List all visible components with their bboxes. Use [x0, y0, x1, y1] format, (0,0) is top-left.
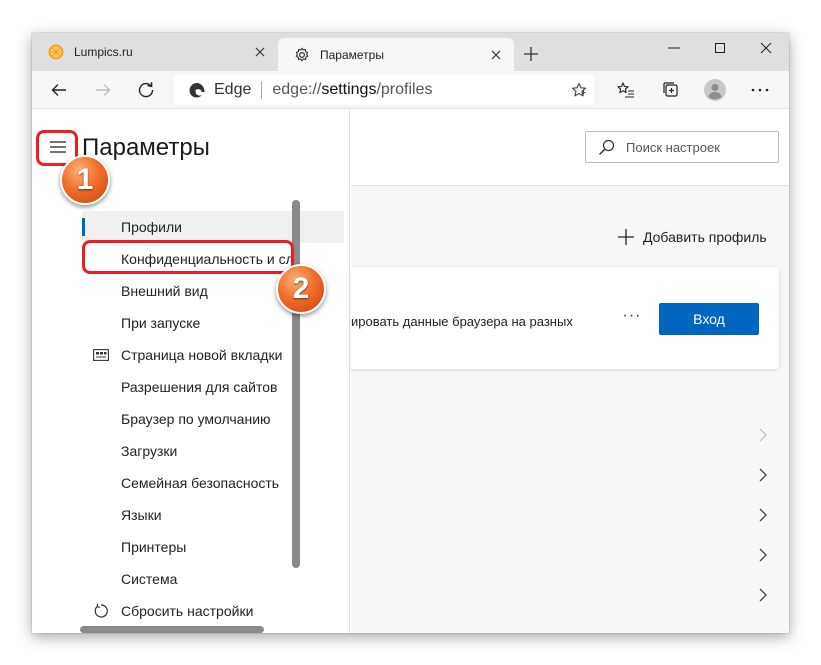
sidebar-item-downloads[interactable]: Загрузки — [82, 435, 344, 467]
settings-content: Добавить профиль ировать данные браузера… — [351, 110, 789, 633]
close-window-button[interactable] — [743, 33, 789, 63]
refresh-icon — [138, 82, 154, 98]
sidebar-horizontal-scrollbar[interactable] — [80, 626, 264, 633]
new-tab-button[interactable] — [518, 41, 544, 67]
sidebar-item-label: Профили — [121, 219, 182, 235]
add-profile-label: Добавить профиль — [643, 229, 767, 245]
sidebar-item-printers[interactable]: Принтеры — [82, 531, 344, 563]
sync-description: ировать данные браузера на разных — [351, 314, 573, 329]
page-title: Параметры — [82, 134, 210, 161]
orange-slice-icon — [48, 44, 64, 60]
sidebar-item-label: Внешний вид — [121, 283, 208, 299]
settings-and-more-button[interactable] — [745, 75, 775, 105]
content-header — [351, 110, 789, 186]
settings-row[interactable] — [351, 455, 779, 495]
favorite-star-button[interactable] — [564, 82, 594, 98]
sidebar-item-label: Семейная безопасность — [121, 475, 280, 491]
chevron-right-icon — [755, 547, 771, 563]
address-divider — [261, 81, 263, 99]
tab-lumpics[interactable]: Lumpics.ru — [32, 33, 278, 71]
maximize-button[interactable] — [697, 33, 743, 63]
url-scheme: edge:// — [272, 81, 322, 98]
arrow-left-icon — [51, 84, 66, 96]
chevron-right-icon — [755, 427, 771, 443]
browser-window: Lumpics.ru Параметры Edge edge://setting… — [32, 33, 789, 633]
minimize-icon — [668, 47, 680, 49]
settings-row[interactable] — [351, 415, 779, 455]
plus-icon — [617, 228, 635, 246]
collections-icon — [663, 82, 678, 97]
sidebar-item-profiles[interactable]: Профили — [82, 211, 344, 243]
address-bar[interactable]: Edge edge://settings/profiles — [174, 75, 594, 105]
site-identity: Edge — [214, 81, 252, 98]
back-button[interactable] — [44, 75, 74, 105]
sidebar-item-label: Страница новой вкладки — [121, 347, 283, 363]
settings-row[interactable] — [351, 495, 779, 535]
sidebar-item-label: При запуске — [121, 315, 201, 331]
url-host: settings — [321, 81, 377, 98]
chevron-right-icon — [755, 467, 771, 483]
edge-logo-icon — [188, 81, 206, 99]
url-text[interactable]: edge://settings/profiles — [272, 81, 564, 99]
sidebar-item-reset-settings[interactable]: Сбросить настройки — [82, 595, 344, 627]
sidebar-item-family-safety[interactable]: Семейная безопасность — [82, 467, 344, 499]
close-icon — [760, 42, 772, 54]
new-tab-page-icon — [92, 346, 110, 364]
reset-icon — [92, 602, 110, 620]
favorites-button[interactable] — [611, 75, 641, 105]
highlight-privacy-item — [82, 240, 294, 274]
sidebar-item-system[interactable]: Система — [82, 563, 344, 595]
title-bar: Lumpics.ru Параметры — [32, 33, 789, 71]
sidebar-item-languages[interactable]: Языки — [82, 499, 344, 531]
sidebar-item-label: Принтеры — [121, 539, 187, 555]
profile-card: ировать данные браузера на разных ··· Вх… — [351, 267, 779, 369]
search-input[interactable] — [626, 139, 776, 155]
sidebar-item-label: Сбросить настройки — [121, 603, 254, 619]
profile-button[interactable] — [700, 75, 730, 105]
star-icon — [571, 82, 587, 97]
settings-row[interactable] — [351, 575, 779, 615]
avatar-icon — [704, 79, 726, 101]
maximize-icon — [715, 43, 725, 53]
plus-icon — [524, 47, 538, 61]
sidebar-item-label: Система — [121, 571, 178, 587]
chevron-right-icon — [755, 587, 771, 603]
sign-in-button[interactable]: Вход — [659, 303, 759, 335]
search-settings-box[interactable] — [585, 131, 779, 163]
sidebar-item-label: Загрузки — [121, 443, 178, 459]
tab-settings[interactable]: Параметры — [278, 38, 514, 71]
sidebar-item-label: Браузер по умолчанию — [121, 411, 271, 427]
minimize-button[interactable] — [651, 33, 697, 63]
settings-row[interactable] — [351, 535, 779, 575]
url-path: /profiles — [376, 81, 433, 98]
collections-button[interactable] — [656, 75, 686, 105]
gear-icon — [294, 47, 310, 63]
sidebar-item-label: Разрешения для сайтов — [121, 379, 278, 395]
search-icon — [598, 138, 616, 156]
sidebar-item-new-tab-page[interactable]: Страница новой вкладки — [82, 339, 344, 371]
step-badge-1: 1 — [60, 155, 110, 205]
step-badge-2: 2 — [276, 264, 326, 314]
chevron-right-icon — [755, 507, 771, 523]
add-profile-button[interactable]: Добавить профиль — [617, 226, 767, 248]
sidebar-item-label: Языки — [121, 507, 162, 523]
sidebar-item-site-permissions[interactable]: Разрешения для сайтов — [82, 371, 344, 403]
close-tab-icon[interactable] — [484, 43, 508, 67]
tab-label: Lumpics.ru — [74, 45, 133, 59]
sidebar-item-default-browser[interactable]: Браузер по умолчанию — [82, 403, 344, 435]
forward-button[interactable] — [88, 75, 118, 105]
close-tab-icon[interactable] — [248, 40, 272, 64]
refresh-button[interactable] — [131, 75, 161, 105]
arrow-right-icon — [96, 84, 111, 96]
favorites-list-icon — [617, 82, 634, 98]
profile-more-button[interactable]: ··· — [617, 304, 647, 328]
tab-label: Параметры — [320, 47, 384, 62]
toolbar: Edge edge://settings/profiles — [32, 71, 789, 109]
more-horizontal-icon — [751, 88, 769, 92]
